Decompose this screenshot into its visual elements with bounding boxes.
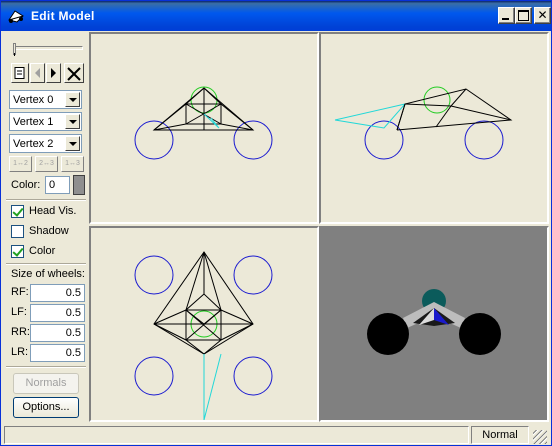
arrow-right-icon [51, 68, 56, 78]
vertex-2-value: Vertex 2 [13, 138, 54, 150]
color-checkbox-label: Color [29, 245, 56, 257]
swap-1-2-button[interactable]: 1↔2 [9, 156, 32, 172]
shadow-checkbox[interactable] [11, 225, 24, 238]
head-vis-checkbox[interactable] [11, 205, 24, 218]
wheels-size-label: Size of wheels: [11, 268, 85, 280]
slider-ticks [14, 53, 82, 56]
control-panel: Vertex 0 Vertex 1 Vertex 2 1↔2 2↔3 1↔3 C… [4, 32, 88, 424]
edit-model-window: Edit Model ✕ Vertex 0 Vertex 1 Vertex 2 … [0, 0, 552, 446]
new-file-icon [14, 67, 25, 79]
color-swatch[interactable] [73, 175, 85, 195]
next-button[interactable] [46, 63, 61, 83]
delete-button[interactable] [64, 63, 84, 83]
chevron-down-icon[interactable] [65, 92, 80, 107]
divider [6, 366, 86, 368]
wheel-rr-input[interactable]: 0.5 [30, 324, 85, 342]
chevron-down-icon[interactable] [65, 114, 80, 129]
prev-button[interactable] [30, 63, 45, 83]
wheel-lr-label: LR: [11, 346, 29, 358]
maximize-button[interactable] [515, 7, 532, 24]
vertex-1-select[interactable]: Vertex 1 [9, 112, 82, 131]
minimize-icon [499, 8, 514, 23]
color-index-input[interactable]: 0 [45, 176, 70, 194]
maximize-icon [516, 8, 531, 23]
arrow-left-icon [35, 68, 40, 78]
app-icon [8, 10, 24, 23]
top-view-canvas [134, 251, 273, 420]
render-view-canvas [367, 289, 501, 355]
side-view-canvas [334, 86, 513, 160]
head-vis-label: Head Vis. [29, 205, 77, 217]
close-button[interactable]: ✕ [534, 7, 551, 24]
vertex-2-select[interactable]: Vertex 2 [9, 134, 82, 153]
close-x-icon [67, 67, 81, 81]
front-view-viewport[interactable] [89, 32, 319, 224]
resize-grip-icon[interactable] [533, 430, 547, 444]
status-mode: Normal [471, 426, 529, 444]
title-bar[interactable]: Edit Model ✕ [1, 1, 551, 31]
vertex-0-value: Vertex 0 [13, 94, 54, 106]
zoom-slider-track[interactable] [13, 46, 83, 50]
render-view-viewport[interactable] [319, 226, 549, 422]
status-bar: Normal [1, 425, 551, 445]
swap-2-3-button[interactable]: 2↔3 [35, 156, 58, 172]
divider [6, 263, 86, 265]
wheel-lf-label: LF: [11, 306, 27, 318]
swap-1-3-button[interactable]: 1↔3 [61, 156, 84, 172]
chevron-down-icon[interactable] [65, 136, 80, 151]
divider [6, 199, 86, 201]
status-message [4, 426, 469, 444]
wheel-lf-input[interactable]: 0.5 [30, 304, 85, 322]
close-icon: ✕ [537, 8, 548, 22]
wheel-lr-input[interactable]: 0.5 [30, 344, 85, 362]
shadow-label: Shadow [29, 225, 69, 237]
wheel-rr-label: RR: [11, 326, 30, 338]
color-label: Color: [11, 179, 41, 191]
options-button[interactable]: Options... [13, 397, 79, 418]
minimize-button[interactable] [498, 7, 515, 24]
color-checkbox[interactable] [11, 245, 24, 258]
wheel-rf-input[interactable]: 0.5 [30, 284, 85, 302]
front-view-canvas [134, 86, 273, 160]
side-view-viewport[interactable] [319, 32, 549, 224]
vertex-0-select[interactable]: Vertex 0 [9, 90, 82, 109]
normals-button[interactable]: Normals [13, 373, 79, 394]
window-title: Edit Model [31, 9, 95, 23]
vertex-1-value: Vertex 1 [13, 116, 54, 128]
new-button[interactable] [11, 63, 29, 83]
top-view-viewport[interactable] [89, 226, 319, 422]
wheel-rf-label: RF: [11, 286, 29, 298]
